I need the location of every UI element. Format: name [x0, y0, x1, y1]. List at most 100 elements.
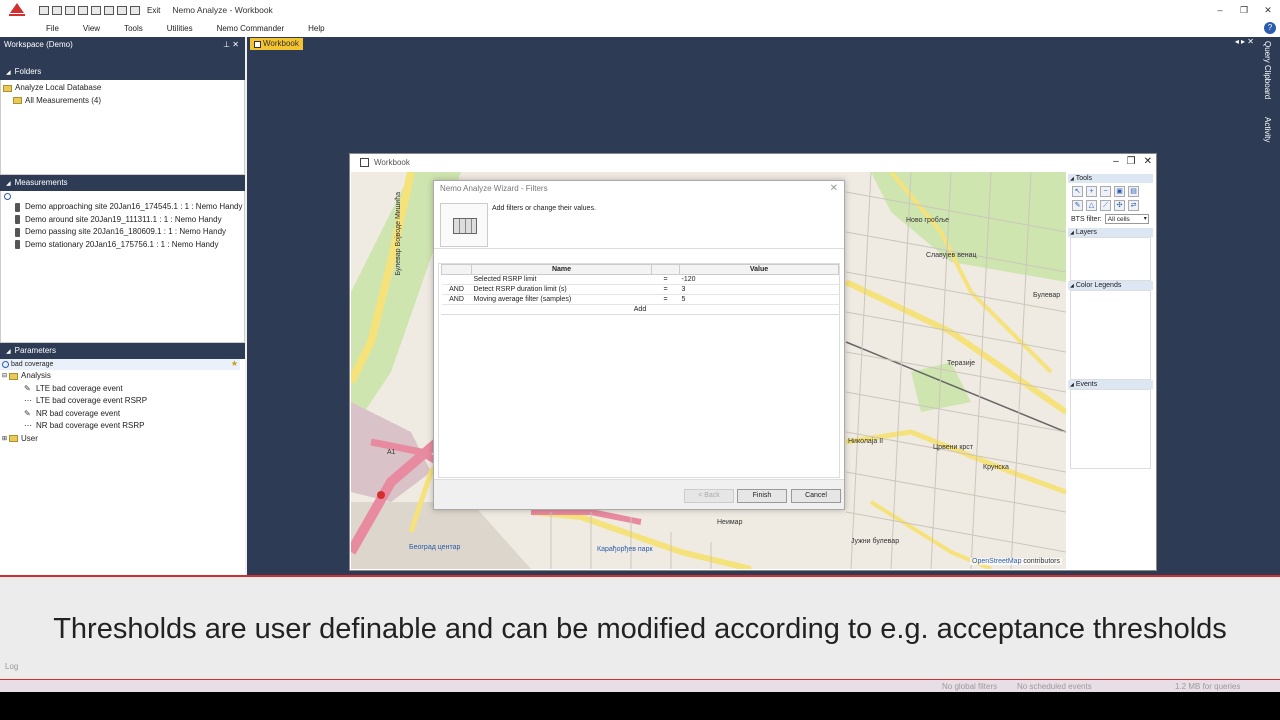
cancel-button[interactable]: Cancel	[791, 489, 841, 503]
menu-nemo-commander[interactable]: Nemo Commander	[217, 24, 285, 33]
new-icon[interactable]	[39, 5, 49, 15]
status-bar: No global filters No scheduled events 1.…	[0, 679, 1280, 692]
map-label: Булевар	[1033, 292, 1061, 299]
route-tool-icon[interactable]: ⇄	[1128, 200, 1139, 211]
tab-nav-controls[interactable]: ◂ ▸ ✕	[1235, 37, 1254, 46]
export-icon[interactable]	[78, 5, 88, 15]
osm-link[interactable]: OpenStreetMap	[972, 558, 1021, 565]
menu-tools[interactable]: Tools	[124, 24, 143, 33]
parameters-header[interactable]: ◢ Parameters	[0, 343, 245, 359]
list-item[interactable]: Demo approaching site 20Jan16_174545.1 :…	[1, 201, 244, 214]
measure-tool-icon[interactable]: ⟋	[1100, 200, 1111, 211]
tools-header[interactable]: ◢ Tools	[1068, 174, 1153, 183]
line-icon: ⋯	[24, 421, 32, 431]
menu-help[interactable]: Help	[308, 24, 324, 33]
database-icon[interactable]	[130, 5, 140, 15]
dialog-footer: < Back Finish Cancel	[434, 479, 844, 509]
minimize-button[interactable]: –	[1208, 0, 1232, 20]
zoom-in-icon[interactable]: +	[1086, 186, 1097, 197]
map-label: Славујев венац	[926, 252, 977, 259]
quick-access-toolbar: Exit	[39, 5, 160, 15]
exit-button[interactable]: Exit	[147, 6, 160, 15]
events-header[interactable]: ◢ Events	[1068, 380, 1153, 389]
tree-item-event[interactable]: ✎ NR bad coverage event	[0, 408, 245, 421]
select-tool-icon[interactable]: ↖	[1072, 186, 1083, 197]
workspace-title: Workspace (Demo)	[4, 40, 73, 49]
list-item[interactable]: Demo around site 20Jan19_111311.1 : 1 : …	[1, 214, 244, 227]
parameter-search-input[interactable]: bad coverage ★	[0, 359, 240, 370]
report-icon[interactable]	[91, 5, 101, 15]
bts-filter-select[interactable]: All cells	[1104, 214, 1149, 224]
window-title: Nemo Analyze - Workbook	[172, 5, 273, 15]
folder-icon	[3, 84, 12, 92]
value-cell[interactable]: -120	[679, 274, 839, 285]
memory-status: 1.2 MB for queries	[1175, 682, 1241, 691]
dialog-close-icon[interactable]: ✕	[830, 181, 838, 197]
finish-button[interactable]: Finish	[737, 489, 787, 503]
layer-tool-icon[interactable]: ▣	[1114, 186, 1125, 197]
value-cell[interactable]: 5	[679, 294, 839, 305]
list-item[interactable]: Demo passing site 20Jan16_180609.1 : 1 :…	[1, 226, 244, 239]
print-icon[interactable]	[52, 5, 62, 15]
wb-minimize-button[interactable]: –	[1113, 156, 1119, 167]
tree-item-all-measurements[interactable]: All Measurements (4)	[1, 95, 244, 108]
tool-grid: ↖ + − ▣ ▤ ✎ △ ⟋ ✣ ⇄	[1068, 183, 1153, 214]
col-name[interactable]: Name	[471, 264, 652, 275]
import-icon[interactable]	[65, 5, 75, 15]
map-label: Црвени крст	[933, 444, 973, 451]
pencil-tool-icon[interactable]: ✎	[1072, 200, 1083, 211]
value-cell[interactable]: 3	[679, 284, 839, 295]
menu-view[interactable]: View	[83, 24, 100, 33]
close-button[interactable]: ✕	[1256, 0, 1280, 20]
query-clipboard-tab[interactable]: Query Clipboard	[1263, 41, 1272, 99]
wb-close-button[interactable]: ✕	[1144, 156, 1152, 167]
help-icon[interactable]: ?	[1264, 22, 1276, 34]
chart-icon[interactable]	[117, 5, 127, 15]
tab-workbook[interactable]: Workbook	[250, 38, 303, 50]
zoom-out-icon[interactable]: −	[1100, 186, 1111, 197]
map-label: Београд центар	[409, 544, 461, 551]
tree-item-event[interactable]: ✎ LTE bad coverage event	[0, 383, 245, 396]
pin-close-icons[interactable]: ⊥ ✕	[223, 37, 239, 52]
dialog-title-bar: Nemo Analyze Wizard - Filters ✕	[434, 181, 844, 197]
workbook-icon	[360, 158, 369, 167]
filter-table-icon	[440, 203, 488, 247]
add-filter-button[interactable]: Add	[441, 305, 839, 315]
folders-header[interactable]: ◢ Folders	[0, 64, 245, 80]
maximize-button[interactable]: ❐	[1232, 0, 1256, 20]
col-value[interactable]: Value	[679, 264, 839, 275]
list-item[interactable]: Demo stationary 20Jan16_175756.1 : 1 : N…	[1, 239, 244, 252]
log-tab[interactable]: Log	[5, 662, 18, 671]
layers-header[interactable]: ◢ Layers	[1068, 228, 1153, 237]
table-row[interactable]: AND Moving average filter (samples) = 5	[441, 294, 839, 305]
tree-item-user[interactable]: ⊞ User	[0, 433, 245, 446]
dialog-description: Add filters or change their values.	[492, 205, 596, 212]
tree-item-event[interactable]: ⋯ LTE bad coverage event RSRP	[0, 395, 245, 408]
line-icon: ⋯	[24, 396, 32, 406]
table-row[interactable]: AND Detect RSRP duration limit (s) = 3	[441, 284, 839, 295]
scheduled-events-status: No scheduled events	[1017, 682, 1092, 691]
table-row[interactable]: Selected RSRP limit = -120	[441, 274, 839, 285]
triangle-tool-icon[interactable]: △	[1086, 200, 1097, 211]
tree-item-analysis[interactable]: ⊟ Analysis	[0, 370, 245, 383]
menu-file[interactable]: File	[46, 24, 59, 33]
menu-utilities[interactable]: Utilities	[167, 24, 193, 33]
tree-item-database[interactable]: Analyze Local Database	[1, 82, 244, 95]
measurement-search[interactable]	[1, 191, 244, 201]
wb-maximize-button[interactable]: ❐	[1127, 156, 1136, 167]
filters-table: Name Value Selected RSRP limit = -120 AN…	[441, 264, 839, 305]
phone-icon	[15, 215, 20, 225]
back-button[interactable]: < Back	[684, 489, 734, 503]
measurements-header[interactable]: ◢ Measurements	[0, 175, 245, 191]
col-eq	[651, 264, 680, 275]
image-tool-icon[interactable]: ▤	[1128, 186, 1139, 197]
measurements-list: Demo approaching site 20Jan16_174545.1 :…	[0, 191, 245, 343]
video-caption: Thresholds are user definable and can be…	[53, 613, 1227, 645]
cell-tool-icon[interactable]: ✣	[1114, 200, 1125, 211]
color-legends-header[interactable]: ◢ Color Legends	[1068, 281, 1153, 290]
map-label: Карађорђев парк	[597, 546, 653, 553]
favorite-star-icon[interactable]: ★	[231, 359, 238, 368]
tree-item-event[interactable]: ⋯ NR bad coverage event RSRP	[0, 420, 245, 433]
activity-tab[interactable]: Activity	[1263, 117, 1272, 142]
calculator-icon[interactable]	[104, 5, 114, 15]
